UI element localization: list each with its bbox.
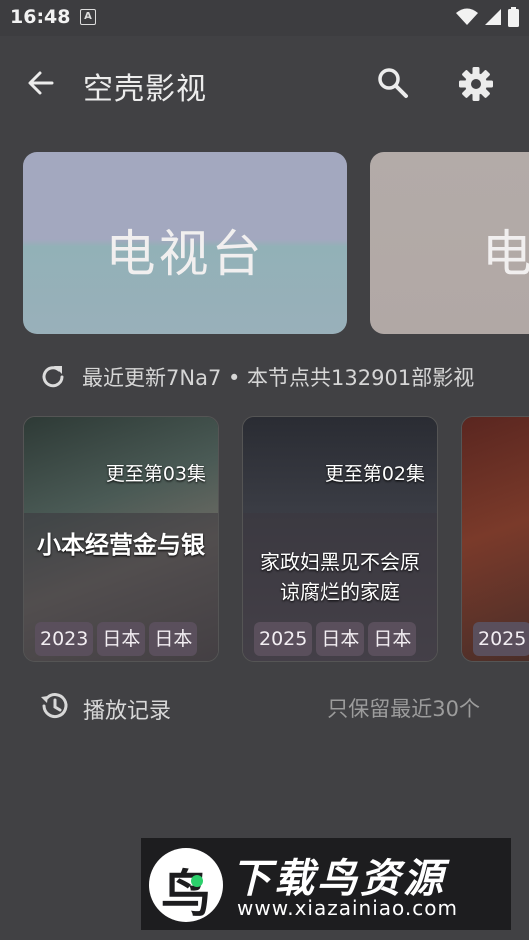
status-bar: 16:48 A [0, 0, 529, 36]
watermark-logo-dot [191, 875, 203, 887]
movie-card[interactable]: 2025 [461, 416, 529, 662]
category-card[interactable]: 电视台 [23, 152, 347, 334]
movie-tags: 2025 日本 日本 [254, 622, 417, 656]
region-tag: 日本 [97, 622, 146, 656]
language-tag: 日本 [149, 622, 198, 656]
region-tag: 日本 [316, 622, 365, 656]
app-bar: 空壳影视 [0, 36, 529, 130]
movie-title: 家政妇黑见不会原谅腐烂的家庭 [260, 550, 420, 604]
arrow-left-icon[interactable] [24, 66, 58, 100]
watermark-logo-text: 鸟 [161, 865, 211, 923]
movie-card[interactable]: 更至第03集 小本经营金与银 2023 日本 日本 [23, 416, 219, 662]
category-card[interactable]: 电 [370, 152, 529, 334]
movie-tags: 2023 日本 日本 [35, 622, 198, 656]
category-label: 电视台 [105, 225, 265, 283]
watermark-logo: 鸟 [149, 848, 223, 923]
movie-title: 小本经营金与银 [37, 531, 205, 559]
search-icon[interactable] [374, 64, 412, 102]
history-icon [41, 693, 68, 719]
update-text: 最近更新7Na7 • 本节点共132901部影视 [82, 366, 475, 390]
year-tag: 2025 [473, 622, 529, 656]
episode-badge: 更至第02集 [324, 463, 425, 485]
play-history[interactable]: 播放记录 只保留最近30个 [38, 690, 498, 725]
movie-card[interactable]: 更至第02集 家政妇黑见不会原谅腐烂的家庭 2025 日本 日本 [242, 416, 438, 662]
history-hint: 只保留最近30个 [327, 697, 480, 721]
watermark-banner: 鸟 下载鸟资源 www.xiazainiao.com [141, 838, 511, 930]
year-tag: 2023 [35, 622, 94, 656]
wifi-icon [456, 8, 478, 25]
status-icons [456, 7, 519, 27]
episode-badge: 更至第03集 [105, 463, 206, 485]
update-info: 最近更新7Na7 • 本节点共132901部影视 [38, 362, 474, 392]
year-tag: 2025 [254, 622, 313, 656]
category-carousel[interactable]: 电视台 电 [0, 152, 529, 336]
gear-icon[interactable] [456, 64, 496, 104]
watermark-url: www.xiazainiao.com [237, 896, 458, 920]
status-time: 16:48 [10, 6, 71, 28]
movie-list: 更至第03集 小本经营金与银 2023 日本 日本 更至第02集 家政妇黑见不会… [0, 416, 529, 664]
page-title: 空壳影视 [83, 72, 207, 107]
history-label[interactable]: 播放记录 [83, 693, 171, 725]
notification-icon: A [80, 9, 96, 25]
category-label: 电 [482, 225, 529, 283]
battery-icon [508, 7, 519, 27]
refresh-icon[interactable] [38, 362, 68, 392]
movie-tags: 2025 [473, 622, 529, 656]
signal-icon [485, 9, 501, 25]
language-tag: 日本 [368, 622, 417, 656]
